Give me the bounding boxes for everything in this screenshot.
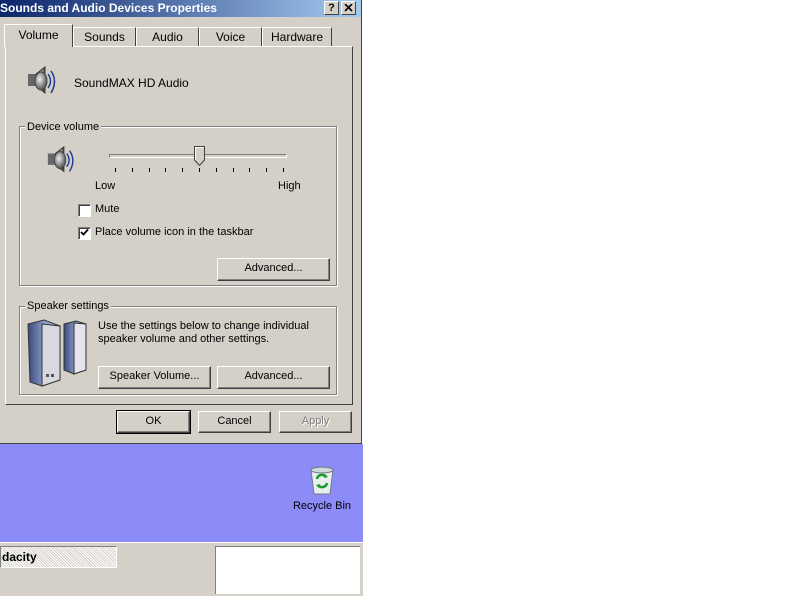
device-volume-label: Device volume — [25, 121, 102, 133]
taskbar-icon-label: Place volume icon in the taskbar — [95, 226, 254, 238]
help-button[interactable]: ? — [324, 1, 339, 15]
volume-tick — [115, 168, 116, 172]
tab-sounds[interactable]: Sounds — [73, 27, 136, 46]
speaker-description: Use the settings below to change individ… — [98, 320, 309, 345]
speaker-advanced-button[interactable]: Advanced... — [217, 366, 330, 389]
close-button[interactable] — [341, 1, 356, 15]
checkmark-icon — [80, 228, 89, 236]
volume-tick — [216, 168, 217, 172]
device-advanced-button[interactable]: Advanced... — [217, 258, 330, 281]
volume-tick — [149, 168, 150, 172]
volume-low-label: Low — [95, 180, 116, 192]
close-icon — [344, 3, 353, 12]
volume-slider-thumb[interactable] — [194, 146, 205, 166]
tab-hardware[interactable]: Hardware — [262, 27, 332, 46]
mute-checkbox[interactable] — [78, 204, 91, 217]
volume-high-label: High — [278, 180, 301, 192]
volume-tick — [266, 168, 267, 172]
recycle-bin-label[interactable]: Recycle Bin — [288, 500, 356, 512]
speaker-icon — [28, 66, 56, 95]
ok-button[interactable]: OK — [116, 410, 191, 434]
volume-tick — [165, 168, 166, 172]
speaker-volume-button[interactable]: Speaker Volume... — [98, 366, 211, 389]
window-title: Sounds and Audio Devices Properties — [0, 1, 217, 15]
apply-button[interactable]: Apply — [279, 411, 352, 433]
tab-voice[interactable]: Voice — [199, 27, 262, 46]
volume-tick — [132, 168, 133, 172]
volume-tick — [233, 168, 234, 172]
taskbar-icon-checkbox[interactable] — [78, 227, 91, 240]
cancel-button[interactable]: Cancel — [198, 411, 271, 433]
system-tray[interactable] — [215, 546, 360, 594]
volume-tick — [199, 168, 200, 172]
tab-audio[interactable]: Audio — [136, 27, 199, 46]
tab-volume[interactable]: Volume — [4, 24, 73, 47]
taskbar-task-button[interactable]: dacity — [0, 546, 117, 568]
volume-tick — [283, 168, 284, 172]
volume-tick — [249, 168, 250, 172]
device-name: SoundMAX HD Audio — [74, 76, 189, 90]
speaker-settings-label: Speaker settings — [25, 300, 111, 312]
volume-tick — [182, 168, 183, 172]
volume-speaker-icon — [47, 145, 74, 173]
recycle-bin-icon[interactable] — [307, 464, 337, 496]
mute-label: Mute — [95, 203, 120, 215]
speakers-icon — [27, 319, 87, 387]
